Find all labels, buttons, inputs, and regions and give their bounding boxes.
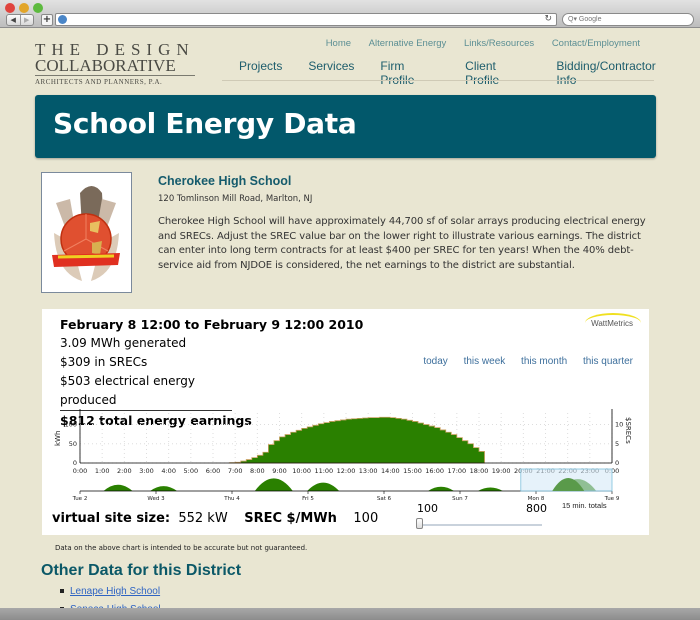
srec-slider-handle[interactable] [416,518,423,529]
y-tick-label: 50 [69,440,77,448]
overview-day-hump [150,486,178,491]
x-tick-label: 2:00 [117,467,132,475]
crest-graphic [52,186,120,281]
x-tick-label: 17:00 [447,467,466,475]
overview-day-label: Tue 2 [72,496,88,502]
school-description: Cherokee High School will have approxima… [158,216,646,271]
main-nav: Projects Services Firm Profile Client Pr… [239,59,700,87]
x-tick-label: 16:00 [425,467,444,475]
x-tick-label: 18:00 [470,467,489,475]
x-tick-label: 4:00 [161,467,176,475]
nav-firm-profile[interactable]: Firm Profile [380,59,439,87]
x-tick-label: 19:00 [492,467,511,475]
search-placeholder: Google [578,16,602,23]
x-tick-label: 8:00 [250,467,265,475]
utility-nav: Home Alternative Energy Links/Resources … [311,38,640,49]
close-window-icon[interactable] [5,3,15,13]
nav-projects[interactable]: Projects [239,59,282,87]
logo-line-3: ARCHITECTS AND PLANNERS, P.A. [35,78,163,86]
x-tick-label: 5:00 [184,467,199,475]
reload-icon[interactable]: ↻ [544,14,552,24]
x-tick-label: 10:00 [292,467,311,475]
x-tick-label: 12:00 [337,467,356,475]
y-tick-label: 0 [73,459,77,467]
x-tick-label: 3:00 [139,467,154,475]
kwh-area-series [229,416,485,464]
overview-day-hump [428,486,454,491]
y2-axis-label: $SRECs [624,417,632,444]
y-axis-label: kWh [54,431,62,446]
slider-max-label: 800 [526,502,547,515]
nav-client-profile[interactable]: Client Profile [465,59,530,87]
x-tick-label: 1:00 [95,467,110,475]
x-tick-label: 7:00 [228,467,243,475]
nav-alternative-energy[interactable]: Alternative Energy [369,38,447,49]
x-tick-label: 9:00 [272,467,287,475]
nav-links-resources[interactable]: Links/Resources [464,38,534,49]
school-crest-image [41,172,132,293]
x-tick-label: 13:00 [359,467,378,475]
overview-day-label: Fri 5 [302,496,314,502]
x-tick-label: 11:00 [314,467,333,475]
school-address: 120 Tomlinson Mill Road, Marlton, NJ [158,194,313,204]
x-tick-label: 6:00 [206,467,221,475]
overview-day-label: Thu 4 [223,496,240,502]
energy-chart[interactable]: 0:00 1:00 2:00 3:00 4:00 5:00 6:00 7:00 8:00 9:00… [42,309,649,509]
site-controls: virtual site size: 552 kW SREC $/MWh 100 [52,511,378,526]
srec-slider-track[interactable] [420,524,542,526]
globe-icon [58,15,67,24]
x-tick-label: 0:00 [73,467,88,475]
search-icon: Q▾ [568,16,577,23]
y-tick-label: 100 [65,421,77,429]
overview-day-hump [477,487,503,491]
site-size-value: 552 kW [178,511,228,526]
y2-tick-label: 10 [615,421,623,429]
overview-day-hump [103,484,133,491]
srec-label: SREC $/MWh [244,511,337,526]
nav-bidding-contractor-info[interactable]: Bidding/Contractor Info [556,59,674,87]
disclaimer: Data on the above chart is intended to b… [55,544,308,552]
nav-services[interactable]: Services [308,59,354,87]
x-tick-label: 15:00 [403,467,422,475]
search-field[interactable]: Q▾ Google [562,13,694,26]
link-lenape-high-school[interactable]: Lenape High School [70,586,160,597]
school-name: Cherokee High School [158,174,292,188]
browser-toolbar: ◀ ▶ + ↻ Q▾ Google [0,0,700,28]
overview-day-hump [254,478,293,491]
energy-widget: February 8 12:00 to February 9 12:00 201… [42,309,649,535]
back-arrow-icon[interactable]: ◀ [7,15,20,25]
add-bookmark-button[interactable]: + [41,14,53,26]
nav-divider [222,80,654,81]
list-item: Lenape High School [60,583,161,601]
overview-day-label: Sun 7 [452,496,468,502]
site-logo[interactable]: THE DESIGN COLLABORATIVE ARCHITECTS AND … [35,41,195,86]
nav-contact-employment[interactable]: Contact/Employment [552,38,640,49]
srec-value: 100 [353,511,379,526]
page-title: School Energy Data [53,107,357,140]
page-banner: School Energy Data [35,95,656,158]
minimize-window-icon[interactable] [19,3,29,13]
x-tick-label: 14:00 [381,467,400,475]
logo-line-2: COLLABORATIVE [35,57,195,76]
y2-tick-label: 5 [615,440,619,448]
address-bar[interactable]: ↻ [55,13,557,26]
site-size-label: virtual site size: [52,511,171,526]
nav-home[interactable]: Home [326,38,351,49]
overview-day-label: Sat 6 [377,496,392,502]
browser-status-bar [0,608,700,620]
overview-day-label: Wed 3 [147,496,165,502]
y2-tick-label: 0 [615,459,619,467]
zoom-window-icon[interactable] [33,3,43,13]
other-data-heading: Other Data for this District [41,562,242,579]
overview-day-hump [307,482,340,491]
history-buttons: ◀ ▶ [6,14,34,26]
interval-note: 15 min. totals [562,501,607,510]
forward-arrow-icon[interactable]: ▶ [19,15,34,25]
slider-min-label: 100 [417,502,438,515]
